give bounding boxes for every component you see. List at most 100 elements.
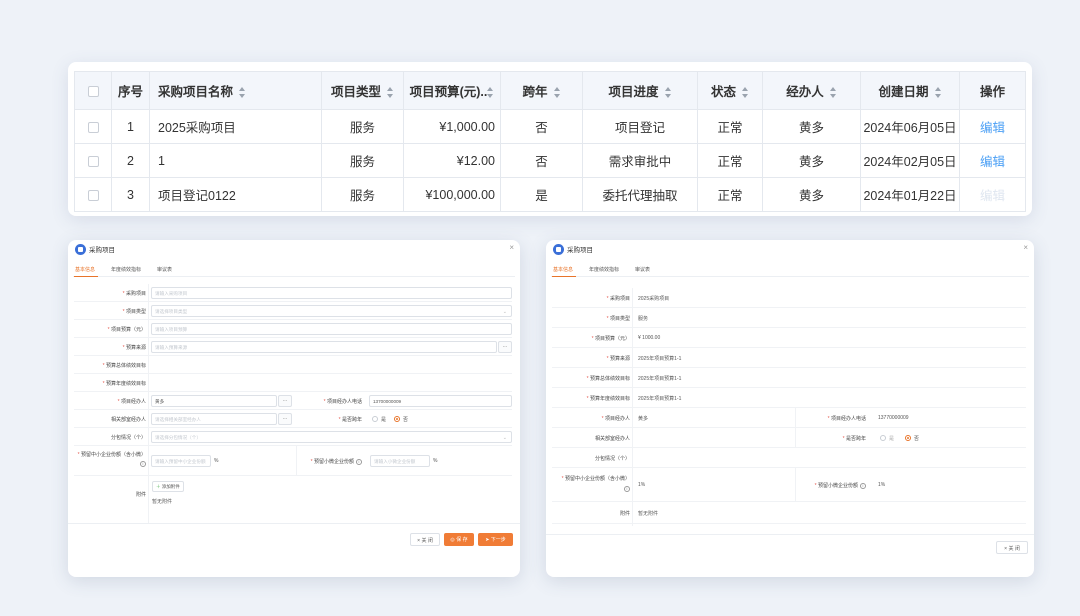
edit-link[interactable]: 编辑 <box>980 189 1005 203</box>
sort-icon[interactable] <box>239 87 246 99</box>
source-input[interactable]: 请输入预算来源 <box>151 341 497 353</box>
table-row[interactable]: 1 2025采购项目 服务 ¥1,000.00 否 项目登记 正常 黄多 202… <box>74 109 1026 144</box>
col-action: 操作 <box>959 71 1026 110</box>
info-icon: i <box>356 458 362 465</box>
cell-index: 1 <box>111 109 150 144</box>
phone-input[interactable]: 13700000009 <box>369 395 512 407</box>
col-handler[interactable]: 经办人 <box>762 71 861 110</box>
col-name[interactable]: 采购项目名称 <box>149 71 322 110</box>
value-perf-year: 2025年项目预算1-1 <box>638 396 682 402</box>
row-checkbox-cell[interactable] <box>74 143 112 178</box>
label-perf-total: 预算总体绩效目标 <box>103 362 146 369</box>
handler-input[interactable]: 黄多 <box>151 395 277 407</box>
form-row-attachment: 附件 ＋ 添加附件 暂无附件 <box>74 476 512 514</box>
select-all-checkbox[interactable] <box>87 85 99 97</box>
sort-icon[interactable] <box>742 87 749 99</box>
cross-year-radio-yes <box>880 435 886 441</box>
label-sme-share-text: 预留中小企业份额（含小微） <box>80 452 146 458</box>
dept-handler-picker-button[interactable]: ··· <box>278 413 292 425</box>
tab-basic-info[interactable]: 基本信息 <box>553 266 573 273</box>
form-row-dept-handler: 相关部室经办人 请选择相关部室经办人 ··· 是否跨年 是 否 <box>74 410 512 428</box>
form-row-perf-total: 预算总体绩效目标 <box>74 356 512 374</box>
close-icon[interactable]: × <box>509 243 514 252</box>
view-row-type: 项目类型 服务 <box>552 308 1026 328</box>
sme-share-unit: % <box>214 458 219 464</box>
close-icon[interactable]: × <box>1023 243 1028 252</box>
view-row-perf-total: 预算总体绩效目标 2025年项目预算1-1 <box>552 368 1026 388</box>
row-checkbox-cell[interactable] <box>74 109 112 144</box>
type-select[interactable]: 请选择项目类型 ⌄ <box>151 305 512 317</box>
tab-annual-performance[interactable]: 年度绩效指标 <box>111 266 141 273</box>
sme-share-input[interactable]: 请输入预留中小企业份额 <box>151 455 211 467</box>
active-tab-indicator <box>552 276 576 277</box>
row-checkbox[interactable] <box>87 121 99 133</box>
edit-link[interactable]: 编辑 <box>980 121 1005 135</box>
project-table-card: 序号 采购项目名称 项目类型 项目预算(元).. 跨年 项目进度 状态 经办人 … <box>68 62 1032 216</box>
sort-icon[interactable] <box>829 87 837 99</box>
row-checkbox[interactable] <box>87 155 99 167</box>
value-perf-total: 2025年项目预算1-1 <box>638 376 682 382</box>
value-budget: ¥ 1000.00 <box>638 335 661 341</box>
edit-project-dialog: 采购项目 × 基本信息 年度绩效指标 审议表 采购项目 请输入采购项目 项目类型… <box>68 240 520 577</box>
form-row-handler: 项目经办人 黄多 ··· 项目经办人电话 13700000009 <box>74 392 512 410</box>
edit-link[interactable]: 编辑 <box>980 155 1005 169</box>
value-project: 2025采购项目 <box>638 296 670 302</box>
col-type[interactable]: 项目类型 <box>321 71 404 110</box>
col-status[interactable]: 状态 <box>697 71 763 110</box>
form-row-split: 分包情况（个） 请选择分包情况（个） ⌄ <box>74 428 512 446</box>
cell-handler: 黄多 <box>762 109 861 144</box>
view-row-budget: 项目预算（元） ¥ 1000.00 <box>552 328 1026 348</box>
cell-index: 3 <box>111 177 150 212</box>
row-checkbox-cell[interactable] <box>74 177 112 212</box>
save-button[interactable]: ◎ 保 存 <box>444 533 474 546</box>
col-created[interactable]: 创建日期 <box>860 71 960 110</box>
col-progress[interactable]: 项目进度 <box>582 71 698 110</box>
dept-handler-input[interactable]: 请选择相关部室经办人 <box>151 413 277 425</box>
table-row[interactable]: 2 1 服务 ¥12.00 否 需求审批中 正常 黄多 2024年02月05日 … <box>74 143 1026 178</box>
value-sme-share: 1% <box>638 482 646 488</box>
sort-icon[interactable] <box>664 87 672 99</box>
form-divider <box>296 446 297 476</box>
project-input[interactable]: 请输入采购项目 <box>151 287 512 299</box>
micro-share-input[interactable]: 请输入小微企业份额 <box>370 455 430 467</box>
close-button[interactable]: × 关 闭 <box>996 541 1028 554</box>
form-row-perf-year: 预算年度绩效目标 <box>74 374 512 392</box>
select-all-checkbox-cell[interactable] <box>74 71 112 110</box>
cross-year-radio-no-label: 否 <box>403 417 409 423</box>
sort-icon[interactable] <box>487 87 494 99</box>
form-row-budget: 项目预算（元） 请输入项目预算 <box>74 320 512 338</box>
cell-name: 项目登记0122 <box>149 177 322 212</box>
cross-year-radio-no[interactable] <box>394 416 400 422</box>
handler-picker-button[interactable]: ··· <box>278 395 292 407</box>
cell-created: 2024年01月22日 <box>860 177 960 212</box>
tab-review-form[interactable]: 审议表 <box>157 266 172 273</box>
tab-annual-performance[interactable]: 年度绩效指标 <box>589 266 619 273</box>
form-row-share: 预留中小企业份额（含小微）i 请输入预留中小企业份额 % 预留小微企业份额i 请… <box>74 446 512 476</box>
cross-year-radio-no <box>905 435 911 441</box>
budget-input[interactable]: 请输入项目预算 <box>151 323 512 335</box>
split-select[interactable]: 请选择分包情况（个） ⌄ <box>151 431 512 443</box>
sort-icon[interactable] <box>387 87 394 99</box>
save-icon: ◎ <box>450 537 455 543</box>
col-cross-year[interactable]: 跨年 <box>500 71 583 110</box>
tab-basic-info[interactable]: 基本信息 <box>75 266 95 273</box>
row-checkbox[interactable] <box>87 189 99 201</box>
cell-created: 2024年02月05日 <box>860 143 960 178</box>
cell-action: 编辑 <box>959 109 1026 144</box>
sort-icon[interactable] <box>553 87 561 99</box>
sort-icon[interactable] <box>934 87 942 99</box>
table-row[interactable]: 3 项目登记0122 服务 ¥100,000.00 是 委托代理抽取 正常 黄多… <box>74 177 1026 212</box>
next-step-label: 下一步 <box>490 537 506 543</box>
close-button[interactable]: × 关 闭 <box>410 533 440 546</box>
tab-review-form[interactable]: 审议表 <box>635 266 650 273</box>
col-budget[interactable]: 项目预算(元).. <box>403 71 501 110</box>
dialog-tabs: 基本信息 年度绩效指标 审议表 <box>73 260 515 277</box>
add-attachment-button[interactable]: ＋ 添加附件 <box>152 481 184 492</box>
label-sme-share: 预留中小企业份额（含小微） i <box>76 451 146 469</box>
next-step-button[interactable]: ➤ 下一步 <box>478 533 513 546</box>
cross-year-radio-yes[interactable] <box>372 416 378 422</box>
source-picker-button[interactable]: ··· <box>498 341 512 353</box>
label-source: 预算来源 <box>607 355 630 362</box>
label-cross-year: 是否跨年 <box>843 435 866 442</box>
label-phone: 项目经办人电话 <box>828 415 866 422</box>
